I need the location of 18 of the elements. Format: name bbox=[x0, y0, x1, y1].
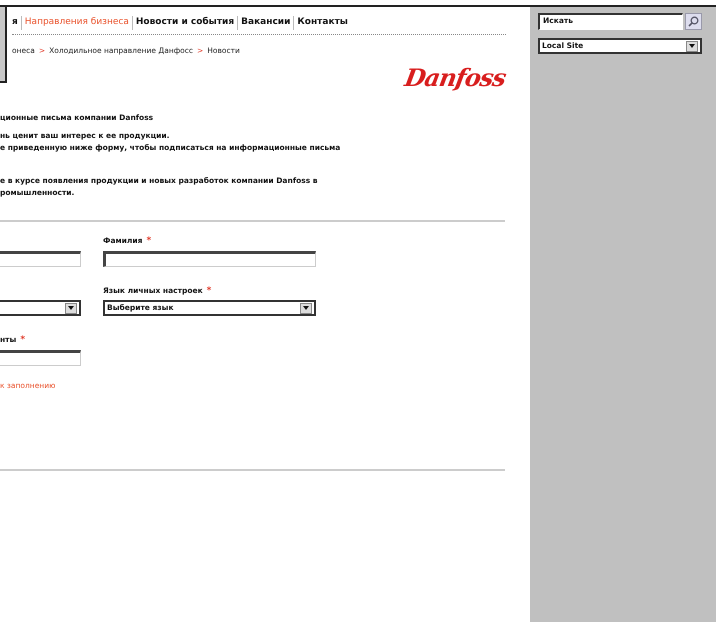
text-field[interactable] bbox=[0, 250, 81, 266]
required-mark: * bbox=[146, 236, 152, 246]
caret-icon bbox=[68, 306, 74, 310]
search-button[interactable] bbox=[685, 13, 702, 30]
text-field[interactable] bbox=[103, 250, 316, 266]
nav-tab[interactable]: Вакансии bbox=[237, 16, 294, 30]
required-mark: * bbox=[206, 286, 212, 296]
nav-tab[interactable]: Новости и события bbox=[132, 16, 238, 30]
nav-tab[interactable]: я bbox=[12, 16, 21, 30]
nav-tab[interactable]: Контакты bbox=[293, 16, 351, 30]
caret-icon bbox=[689, 44, 695, 48]
required-mark: * bbox=[20, 335, 26, 345]
search-icon bbox=[688, 16, 699, 27]
caret-icon bbox=[303, 306, 309, 310]
text-field[interactable] bbox=[0, 350, 81, 366]
dropdown[interactable] bbox=[0, 300, 81, 316]
nav-tab[interactable]: Направления бизнеса bbox=[20, 16, 132, 30]
logo: Danfoss bbox=[402, 62, 508, 94]
